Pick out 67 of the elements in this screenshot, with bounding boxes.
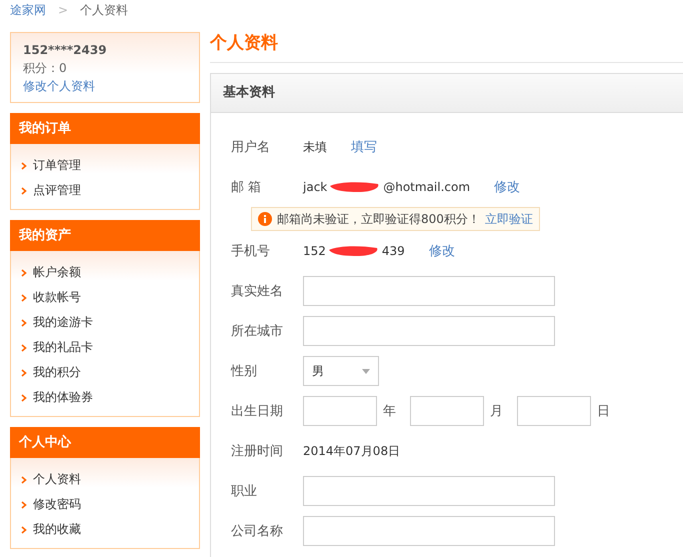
value-end: @hotmail.com — [383, 180, 470, 194]
breadcrumb-current: 个人资料 — [80, 2, 128, 18]
sidebar-item[interactable]: 我的收藏 — [21, 517, 199, 542]
date-unit: 年 — [383, 403, 396, 420]
sidebar-item[interactable]: 我的礼品卡 — [21, 335, 199, 360]
field-value: 未填 — [303, 138, 327, 156]
info-icon — [258, 212, 272, 226]
chevron-icon — [21, 162, 27, 170]
date-input[interactable] — [303, 396, 377, 426]
value-start: 152 — [303, 244, 326, 258]
panel-header: 基本资料 — [211, 74, 683, 113]
dropdown-icon — [362, 368, 370, 374]
sidebar-item[interactable]: 修改密码 — [21, 492, 199, 517]
sidebar-item[interactable]: 个人资料 — [21, 467, 199, 492]
field-value: 2014年07月08日 — [303, 442, 400, 460]
sidebar-item[interactable]: 我的体验券 — [21, 385, 199, 410]
input-field[interactable] — [303, 316, 555, 346]
date-input[interactable] — [517, 396, 591, 426]
chevron-icon — [21, 500, 27, 508]
edit-link[interactable]: 修改 — [428, 242, 455, 260]
user-points: 积分：0 — [23, 60, 68, 76]
breadcrumb-separator: > — [58, 3, 68, 17]
date-unit: 月 — [490, 403, 503, 420]
verify-link[interactable]: 立即验证 — [484, 210, 533, 228]
sidebar-item[interactable]: 点评管理 — [21, 178, 199, 203]
chevron-icon — [21, 344, 27, 352]
field-label: 注册时间 — [231, 443, 284, 460]
field-label: 手机号 — [231, 243, 271, 260]
gender-select[interactable]: 男 — [303, 356, 379, 386]
edit-profile-link[interactable]: 修改个人资料 — [23, 78, 187, 94]
field-label: 邮 箱 — [231, 179, 262, 196]
field-label: 公司名称 — [231, 523, 284, 540]
field-label: 用户名 — [231, 139, 271, 156]
date-input[interactable] — [410, 396, 484, 426]
input-field[interactable] — [303, 476, 555, 506]
date-unit: 日 — [597, 403, 610, 420]
chevron-icon — [21, 186, 27, 194]
field-label: 所在城市 — [231, 323, 284, 340]
page-title: 个人资料 — [210, 32, 683, 63]
edit-link[interactable]: 修改 — [494, 178, 520, 196]
section-header: 我的资产 — [10, 220, 200, 251]
breadcrumb-link[interactable]: 途家网 — [10, 2, 46, 18]
sidebar-item[interactable]: 帐户余额 — [21, 260, 199, 285]
sidebar-item[interactable]: 收款帐号 — [21, 285, 199, 310]
input-field[interactable] — [303, 516, 555, 546]
chevron-icon — [21, 318, 27, 326]
sidebar-item[interactable]: 我的途游卡 — [21, 310, 199, 335]
field-label: 真实姓名 — [231, 283, 284, 300]
chevron-icon — [21, 268, 27, 276]
chevron-icon — [21, 368, 27, 376]
chevron-icon — [21, 526, 27, 534]
section-header: 个人中心 — [10, 427, 200, 458]
notice-text: 邮箱尚未验证，立即验证得800积分！ — [277, 210, 480, 228]
field-label: 性别 — [231, 363, 258, 380]
sidebar-item[interactable]: 我的积分 — [21, 360, 199, 385]
chevron-icon — [21, 294, 27, 302]
chevron-icon — [21, 476, 27, 484]
value-start: jack — [303, 180, 328, 194]
input-field[interactable] — [303, 276, 555, 306]
section-header: 我的订单 — [10, 113, 200, 144]
sidebar-item[interactable]: 订单管理 — [21, 153, 199, 178]
chevron-icon — [21, 394, 27, 402]
fill-link[interactable]: 填写 — [351, 138, 377, 156]
field-label: 职业 — [231, 483, 258, 500]
field-label: 出生日期 — [231, 403, 284, 420]
user-name: 152****2439 — [23, 42, 108, 58]
value-end: 439 — [382, 244, 405, 258]
